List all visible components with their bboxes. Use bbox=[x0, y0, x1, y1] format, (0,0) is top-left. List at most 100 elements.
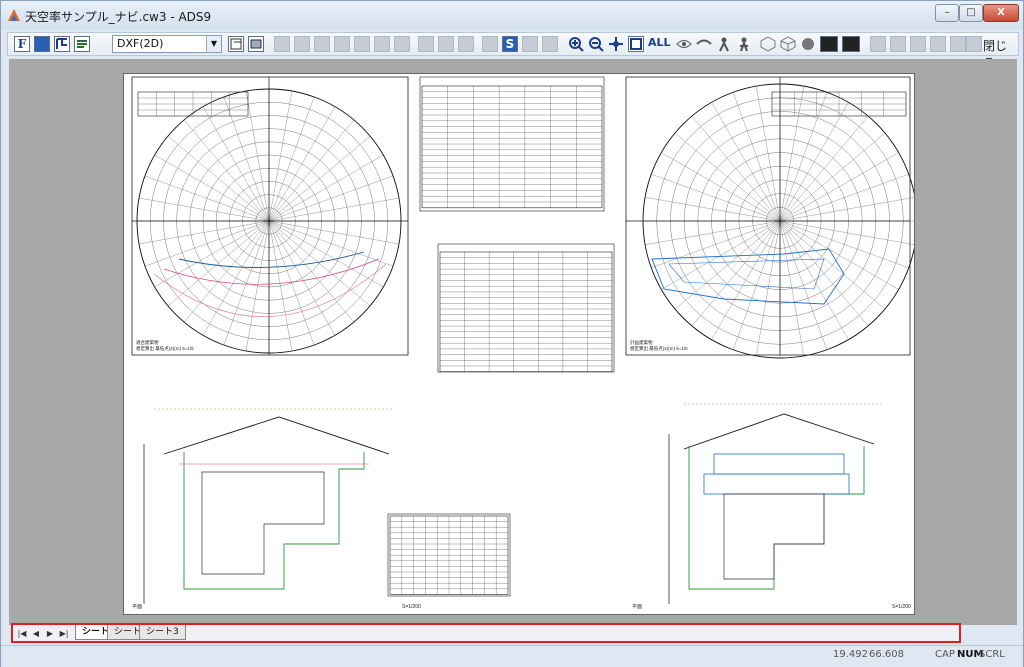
cube-icon[interactable] bbox=[760, 36, 776, 52]
zoom-all-button[interactable]: ALL bbox=[648, 36, 672, 52]
bold-f-icon[interactable] bbox=[34, 36, 50, 52]
disabled-tool-icon bbox=[522, 36, 538, 52]
plan-tool-icon[interactable] bbox=[54, 36, 70, 52]
app-window: 天空率サンプル_ナビ.cw3 - ADS9 – □ X F DXF(2D) ▼ … bbox=[0, 0, 1024, 667]
disabled-tool-icon bbox=[314, 36, 330, 52]
status-scrl: SCRL bbox=[979, 649, 1005, 660]
disabled-tool-icon bbox=[910, 36, 926, 52]
right-section-label: 平面 bbox=[632, 604, 642, 610]
left-projection-spoke bbox=[138, 220, 270, 245]
chevron-down-icon[interactable]: ▼ bbox=[206, 36, 221, 52]
right-projection-spoke bbox=[691, 220, 781, 327]
disabled-tool-icon bbox=[438, 36, 454, 52]
right-projection-spoke bbox=[779, 220, 886, 310]
status-x-coordinate: 19.492 bbox=[833, 649, 868, 660]
font-f-icon[interactable]: F bbox=[14, 36, 30, 52]
status-y-coordinate: 66.608 bbox=[869, 649, 904, 660]
left-caption: 適合建築物 bbox=[136, 339, 159, 346]
zoom-window-icon[interactable] bbox=[628, 36, 644, 52]
left-projection-spoke bbox=[167, 220, 270, 306]
print-setup-icon[interactable] bbox=[248, 36, 264, 52]
disabled-tool-icon bbox=[274, 36, 290, 52]
zoom-in-icon[interactable] bbox=[568, 36, 584, 52]
left-scale-label: S=1/200 bbox=[402, 604, 421, 610]
right-projection-spoke bbox=[691, 115, 781, 222]
disabled-tool-icon bbox=[294, 36, 310, 52]
pan-icon[interactable] bbox=[608, 36, 624, 52]
right-projection-spoke bbox=[779, 152, 899, 222]
cube-wire-icon[interactable] bbox=[780, 36, 796, 52]
layout-tool-icon[interactable] bbox=[228, 36, 244, 52]
left-building-outline bbox=[201, 471, 325, 575]
minimize-button[interactable]: – bbox=[935, 4, 959, 22]
right-building-inner bbox=[668, 258, 825, 290]
left-projection-spoke bbox=[268, 220, 400, 245]
zoom-out-icon[interactable] bbox=[588, 36, 604, 52]
disabled-tool-icon bbox=[354, 36, 370, 52]
app-icon bbox=[8, 9, 20, 21]
left-caption: 想定算出 最低点(2)(m) 5=1/5 bbox=[136, 345, 194, 352]
view-alt-icon[interactable] bbox=[696, 36, 712, 52]
disabled-tool-icon bbox=[930, 36, 946, 52]
left-projection-spoke bbox=[154, 154, 270, 222]
person-icon[interactable] bbox=[716, 36, 732, 52]
next-sheet-button[interactable]: ▶ bbox=[45, 627, 55, 641]
right-caption: 計画建築物 bbox=[630, 339, 653, 346]
walk-icon[interactable] bbox=[736, 36, 752, 52]
disabled-tool-icon bbox=[890, 36, 906, 52]
right-projection-spoke bbox=[711, 220, 781, 340]
left-projection-spoke bbox=[184, 119, 270, 222]
status-bar: 19.492 66.608 CAP NUM SCRL bbox=[1, 645, 1023, 667]
tab-sheet-3[interactable]: シート3 bbox=[139, 625, 186, 640]
title-bar: 天空率サンプル_ナビ.cw3 - ADS9 – □ X bbox=[1, 1, 1023, 29]
left-roof-line bbox=[163, 416, 390, 455]
left-projection-spoke bbox=[245, 90, 270, 222]
drawing-canvas: 平面 S=1/200 平面 S=1/200 適合建築物想定算出 最低点(2)(m) 5=… bbox=[131, 76, 914, 610]
left-projection-spoke bbox=[154, 220, 270, 288]
left-projection-spoke bbox=[167, 136, 270, 222]
snap-icon[interactable]: S bbox=[502, 36, 518, 52]
disabled-tool-icon bbox=[482, 36, 498, 52]
prev-sheet-button[interactable]: ◀ bbox=[31, 627, 41, 641]
right-projection-frame bbox=[625, 76, 911, 356]
format-select[interactable]: DXF(2D) ▼ bbox=[112, 35, 222, 53]
right-projection-spoke bbox=[756, 220, 781, 356]
drawing-sheet: 平面 S=1/200 平面 S=1/200 適合建築物 想定算出 最低点(2)(m) 5=… bbox=[123, 73, 915, 615]
left-projection-spoke bbox=[268, 220, 384, 288]
sheet-tab-bar: |◀ ◀ ▶ ▶| シート1 シート2 シート3 bbox=[11, 623, 961, 643]
layer-tool-icon[interactable] bbox=[74, 36, 90, 52]
table-alt-icon[interactable] bbox=[842, 36, 860, 52]
table-icon[interactable] bbox=[820, 36, 838, 52]
left-projection-spoke bbox=[268, 90, 293, 222]
left-projection-spoke bbox=[184, 220, 270, 323]
sphere-icon[interactable] bbox=[800, 36, 816, 52]
left-projection-spoke bbox=[268, 197, 400, 222]
disabled-tool-icon bbox=[374, 36, 390, 52]
left-projection-spoke bbox=[268, 119, 354, 222]
view-eye-icon[interactable] bbox=[676, 36, 692, 52]
maximize-button[interactable]: □ bbox=[959, 4, 983, 22]
right-projection-spoke bbox=[779, 132, 886, 222]
drawing-viewport[interactable]: 平面 S=1/200 平面 S=1/200 適合建築物 想定算出 最低点(2)(m) 5=… bbox=[9, 59, 1017, 625]
right-projection-spoke bbox=[779, 86, 804, 222]
right-projection-spoke bbox=[779, 220, 899, 290]
disabled-tool-icon bbox=[418, 36, 434, 52]
disabled-tool-icon bbox=[542, 36, 558, 52]
left-projection-spoke bbox=[268, 154, 384, 222]
last-sheet-button[interactable]: ▶| bbox=[59, 627, 69, 641]
right-projection-spoke bbox=[779, 220, 869, 327]
left-projection-spoke bbox=[268, 220, 354, 323]
right-building-outline bbox=[723, 493, 825, 580]
disabled-tool-icon bbox=[458, 36, 474, 52]
close-window-button[interactable]: X bbox=[983, 4, 1019, 22]
right-roof-line bbox=[683, 413, 875, 450]
status-cap: CAP bbox=[935, 649, 955, 660]
left-projection-spoke bbox=[202, 220, 270, 336]
right-scale-label: S=1/200 bbox=[892, 604, 911, 610]
first-sheet-button[interactable]: |◀ bbox=[17, 627, 27, 641]
disabled-tool-icon bbox=[966, 36, 982, 52]
right-projection-spoke bbox=[779, 115, 869, 222]
left-projection-spoke bbox=[268, 220, 371, 306]
right-projection-spoke bbox=[645, 197, 781, 222]
right-projection-spoke bbox=[779, 220, 849, 340]
